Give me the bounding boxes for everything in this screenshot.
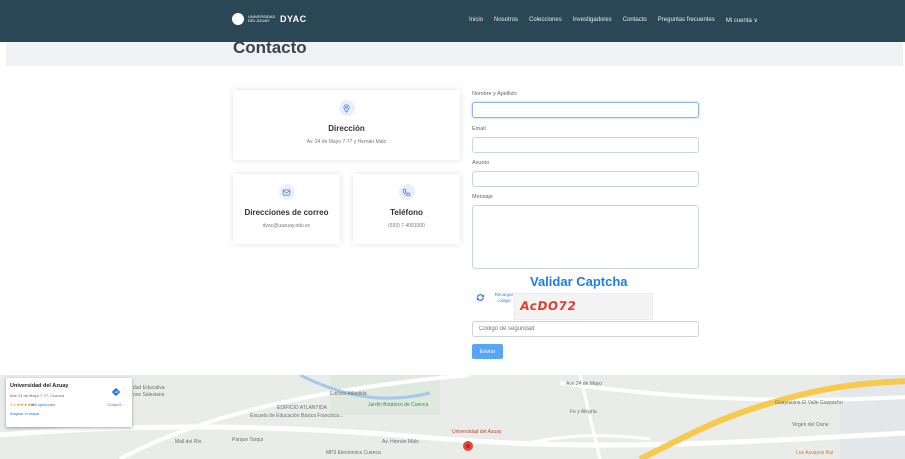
menu-item-nosotros[interactable]: Nosotros <box>494 17 518 24</box>
map-label: MP3 Electronics Cuenca <box>326 450 381 456</box>
map-label: Fe y Alegría <box>570 409 597 415</box>
map-label: Universidad del Azuay <box>452 429 502 435</box>
menu-item-faq[interactable]: Preguntas frecuentes <box>658 17 715 24</box>
phone-text: (593) 7 4091000 <box>388 223 425 229</box>
phone-icon <box>398 184 415 200</box>
directions-label: Cómo ll... <box>107 402 125 407</box>
title-band <box>6 42 903 66</box>
map-label: Virgen del Cisne <box>792 422 829 428</box>
phone-card: Teléfono (593) 7 4091000 <box>353 174 460 244</box>
email-card: Direcciones de correo dyac@uazuay.edu.ec <box>233 174 340 244</box>
name-input[interactable] <box>472 102 699 118</box>
address-text: Av. 24 de Mayo 7-77 y Hernán Malo <box>306 139 387 145</box>
menu-item-mi-cuenta[interactable]: Mi cuenta ∨ <box>726 17 758 24</box>
enlarge-map-link[interactable]: Ampliar el mapa <box>10 411 39 416</box>
menu-item-inicio[interactable]: Inicio <box>469 17 483 24</box>
map-label: Escuela de Educación Básica Francisca... <box>250 413 344 419</box>
submit-button[interactable]: Enviar <box>472 344 503 359</box>
captcha-title: Validar Captcha <box>530 274 628 289</box>
map-label: Parque Tarqui <box>232 437 264 443</box>
email-text: dyac@uazuay.edu.ec <box>262 223 311 229</box>
university-logo-icon <box>232 13 244 25</box>
address-card: Dirección Av. 24 de Mayo 7-77 y Hernán M… <box>233 90 460 160</box>
page-title: Contacto <box>233 38 307 57</box>
map-label: Jardín Botánico de Cuenca <box>368 402 429 408</box>
subject-label: Asunto <box>472 160 490 166</box>
menu-item-colecciones[interactable]: Colecciones <box>529 17 562 24</box>
email-input[interactable] <box>472 137 699 153</box>
rating-value: 4.6 <box>10 402 16 407</box>
map-label: Av. Hernán Malo <box>382 439 419 445</box>
name-label: Nombre y Apellido <box>472 91 517 97</box>
message-textarea[interactable] <box>472 205 699 269</box>
map-place-card: Universidad del Azuay Ave 24 de Mayo 7-7… <box>6 378 132 427</box>
main-menu: Inicio Nosotros Colecciones Investigador… <box>469 17 758 24</box>
refresh-icon <box>476 294 484 301</box>
top-navbar: UNIVERSIDAD DEL AZUAY DYAC Inicio Nosotr… <box>0 0 905 42</box>
brand-university: UNIVERSIDAD DEL AZUAY <box>248 14 276 23</box>
map-label: nos Salesiano <box>133 392 165 398</box>
brand[interactable]: UNIVERSIDAD DEL AZUAY DYAC <box>232 13 307 25</box>
map-label: dad Educativa <box>133 385 165 391</box>
directions-button[interactable]: Cómo ll... <box>105 384 127 407</box>
menu-item-investigadores[interactable]: Investigadores <box>573 17 612 24</box>
map-label: Mall del Río <box>175 439 202 445</box>
map-label: Guayusana El Valle Gaspacho <box>775 400 843 406</box>
envelope-icon <box>278 184 295 200</box>
email-title: Direcciones de correo <box>244 208 329 217</box>
place-reviews-link[interactable]: 166 opiniones <box>30 402 55 407</box>
menu-item-contacto[interactable]: Contacto <box>623 17 647 24</box>
map-label: Ave 24 de Mayo <box>566 381 603 387</box>
email-label: Email <box>472 126 486 132</box>
subject-input[interactable] <box>472 171 699 187</box>
place-address: Ave 24 de Mayo 7-77, Cuenca <box>10 393 64 398</box>
map-label: EDIFICIO ATLANTIDA <box>277 405 327 411</box>
directions-icon <box>111 387 121 397</box>
place-title: Universidad del Azuay <box>10 383 69 389</box>
address-title: Dirección <box>328 124 365 133</box>
captcha-code: AcDO72 <box>519 299 578 313</box>
phone-title: Teléfono <box>390 208 423 217</box>
map-label: Edificio Atlantida <box>330 391 367 397</box>
brand-name: DYAC <box>280 14 307 24</box>
security-code-input[interactable] <box>472 321 699 337</box>
message-label: Mensaje <box>472 194 493 200</box>
location-pin-icon <box>338 100 355 116</box>
captcha-image: AcDO72 <box>514 293 653 320</box>
embedded-map[interactable]: dad Educativa nos Salesiano Edificio Atl… <box>0 375 905 459</box>
map-label: Los Azuayos Bar <box>796 450 834 456</box>
